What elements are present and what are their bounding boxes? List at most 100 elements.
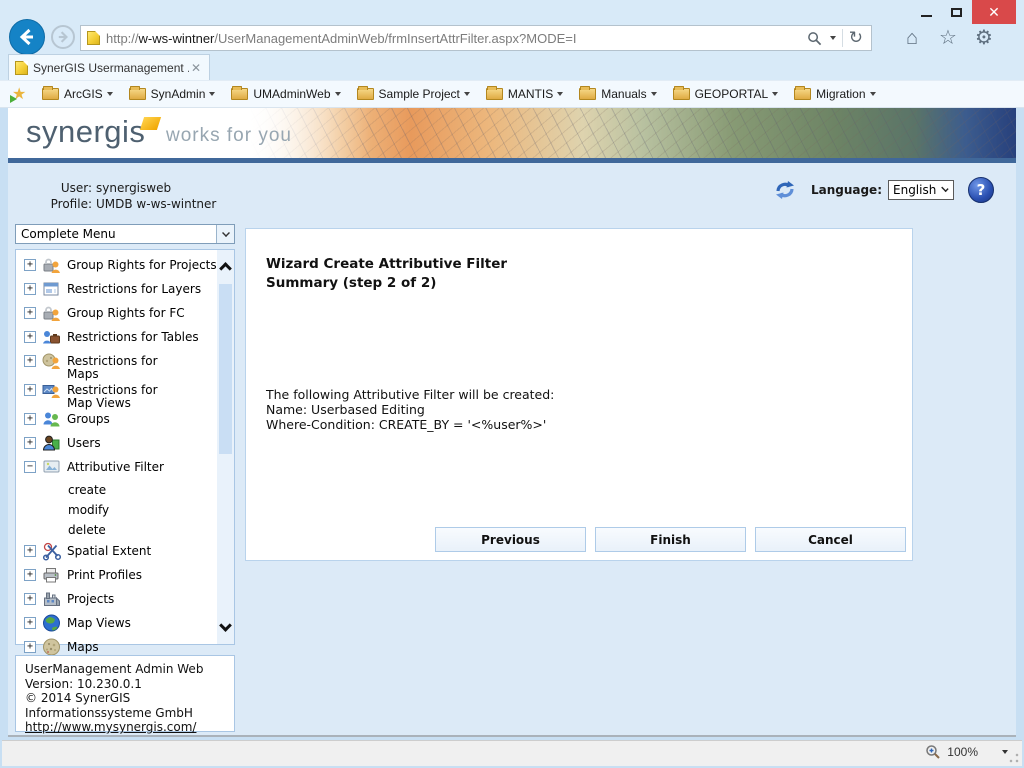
finish-button[interactable]: Finish [595, 527, 746, 552]
wizard-buttons: Previous Finish Cancel [435, 527, 906, 552]
search-button[interactable] [803, 31, 826, 46]
address-bar[interactable]: http://w-ws-wintner/UserManagementAdminW… [80, 25, 872, 51]
favorite-folder-sample-project[interactable]: Sample Project [357, 87, 470, 101]
user-value: synergisweb [96, 180, 171, 196]
select-arrow-button[interactable] [216, 225, 234, 243]
forward-icon [56, 30, 70, 44]
synergis-link[interactable]: http://www.mysynergis.com/ [25, 720, 196, 734]
expand-icon[interactable]: + [24, 355, 36, 367]
menu-item-map-views[interactable]: +Map Views [22, 613, 218, 637]
help-button[interactable]: ? [968, 177, 994, 203]
menu-item-restrictions-for-layers[interactable]: + Restrictions for Layers [22, 279, 218, 303]
language-select[interactable]: English [888, 180, 954, 200]
chevron-down-icon [222, 229, 230, 237]
favorite-folder-synadmin[interactable]: SynAdmin [129, 87, 216, 101]
restrictions-maps-icon [42, 351, 62, 371]
synergis-banner: synergis works for you [8, 108, 1016, 158]
add-favorite-star-icon[interactable]: ★ [12, 84, 32, 104]
search-dropdown-caret-icon[interactable] [830, 36, 836, 40]
favorite-label: SynAdmin [151, 87, 206, 101]
maximize-button[interactable] [941, 0, 971, 24]
menu-item-restrictions-for-map-views[interactable]: + Restrictions for Map Views [22, 380, 218, 409]
expand-icon[interactable]: + [24, 545, 36, 557]
menu-scrollbar[interactable] [217, 250, 234, 644]
previous-button[interactable]: Previous [435, 527, 586, 552]
synergis-logo: synergis [26, 114, 145, 150]
settings-button[interactable]: ⚙ [970, 26, 998, 50]
favorite-folder-migration[interactable]: Migration [794, 87, 875, 101]
menu-subitem-create[interactable]: create [22, 481, 218, 501]
expand-icon[interactable]: + [24, 307, 36, 319]
question-icon: ? [977, 181, 986, 199]
menu-item-print-profiles[interactable]: +Print Profiles [22, 565, 218, 589]
menu-item-group-rights-for-projects[interactable]: + Group Rights for Projects [22, 255, 218, 279]
app-info-line: Version: 10.230.0.1 [25, 677, 225, 692]
expand-icon[interactable]: + [24, 331, 36, 343]
menu-subitem-modify[interactable]: modify [22, 501, 218, 521]
menu-item-spatial-extent[interactable]: +Spatial Extent [22, 541, 218, 565]
expand-icon[interactable]: + [24, 593, 36, 605]
menu-item-attributive-filter[interactable]: −Attributive Filter [22, 457, 218, 481]
menu-item-label: Restrictions for Tables [67, 327, 199, 344]
menu-item-restrictions-for-tables[interactable]: + Restrictions for Tables [22, 327, 218, 351]
menu-subitem-delete[interactable]: delete [22, 521, 218, 541]
app-info-line: © 2014 SynerGIS [25, 691, 225, 706]
menu-item-users[interactable]: +Users [22, 433, 218, 457]
favorites-bar: ★ ArcGIS SynAdmin UMAdminWeb Sample Project… [0, 80, 1024, 108]
favorite-folder-manuals[interactable]: Manuals [579, 87, 656, 101]
favorite-folder-mantis[interactable]: MANTIS [486, 87, 563, 101]
reload-profile-icon[interactable] [773, 178, 797, 202]
tab-close-icon[interactable]: ✕ [189, 61, 203, 75]
folder-icon [579, 88, 596, 100]
menu-mode-select[interactable]: Complete Menu [15, 224, 235, 244]
wizard-step: Summary (step 2 of 2) [266, 274, 436, 293]
expand-icon[interactable]: + [24, 437, 36, 449]
menu-item-projects[interactable]: +Projects [22, 589, 218, 613]
menu-item-groups[interactable]: +Groups [22, 409, 218, 433]
menu-item-restrictions-for-maps[interactable]: +Restrictions for Maps [22, 351, 218, 380]
close-button[interactable]: ✕ [972, 0, 1016, 24]
menu-mode-value: Complete Menu [16, 227, 216, 241]
scrollbar-thumb[interactable] [219, 284, 232, 454]
expand-icon[interactable]: + [24, 641, 36, 653]
groups-icon [42, 409, 62, 429]
refresh-button[interactable]: ↻ [845, 28, 867, 48]
chevron-down-icon [209, 92, 215, 96]
favorites-button[interactable]: ☆ [934, 26, 962, 50]
language-value: English [889, 183, 940, 197]
favorite-label: Sample Project [379, 87, 460, 101]
cancel-button[interactable]: Cancel [755, 527, 906, 552]
menu-item-label: Group Rights for FC [67, 303, 185, 320]
expand-icon[interactable]: + [24, 413, 36, 425]
home-button[interactable]: ⌂ [898, 26, 926, 50]
expand-icon[interactable]: + [24, 569, 36, 581]
expand-icon[interactable]: + [24, 617, 36, 629]
language-label: Language: [811, 183, 882, 197]
back-button[interactable] [9, 19, 45, 55]
favorite-folder-arcgis[interactable]: ArcGIS [42, 87, 113, 101]
expand-icon[interactable]: + [24, 384, 36, 396]
zoom-control[interactable]: 100% [925, 744, 1008, 760]
collapse-icon[interactable]: − [24, 461, 36, 473]
expand-icon[interactable]: + [24, 283, 36, 295]
forward-button[interactable] [51, 25, 75, 49]
browser-tab[interactable]: SynerGIS Usermanagement ... ✕ [8, 54, 210, 80]
expand-icon[interactable]: + [24, 259, 36, 271]
menu-item-label: Restrictions for Map Views [67, 380, 158, 409]
scroll-down-icon[interactable] [219, 619, 232, 632]
scroll-up-icon[interactable] [219, 262, 232, 275]
chevron-down-icon [335, 92, 341, 96]
zoom-magnifier-icon [925, 744, 941, 760]
menu-item-label: Group Rights for Projects [67, 255, 217, 272]
favorite-folder-umadminweb[interactable]: UMAdminWeb [231, 87, 340, 101]
menu-item-group-rights-for-fc[interactable]: + Group Rights for FC [22, 303, 218, 327]
url-text[interactable]: http://w-ws-wintner/UserManagementAdminW… [106, 31, 803, 46]
minimize-button[interactable] [911, 0, 941, 24]
favorite-folder-geoportal[interactable]: GEOPORTAL [673, 87, 779, 101]
menu-item-label: Restrictions for Layers [67, 279, 201, 296]
browser-window: ✕ http://w-ws-wintner/UserManagementAdmi… [0, 0, 1024, 768]
resize-grip[interactable] [1008, 752, 1020, 764]
language-bar: Language: English ? [773, 177, 994, 203]
restrictions-layers-icon [42, 279, 62, 299]
app-info-box: UserManagement Admin WebVersion: 10.230.… [15, 655, 235, 732]
